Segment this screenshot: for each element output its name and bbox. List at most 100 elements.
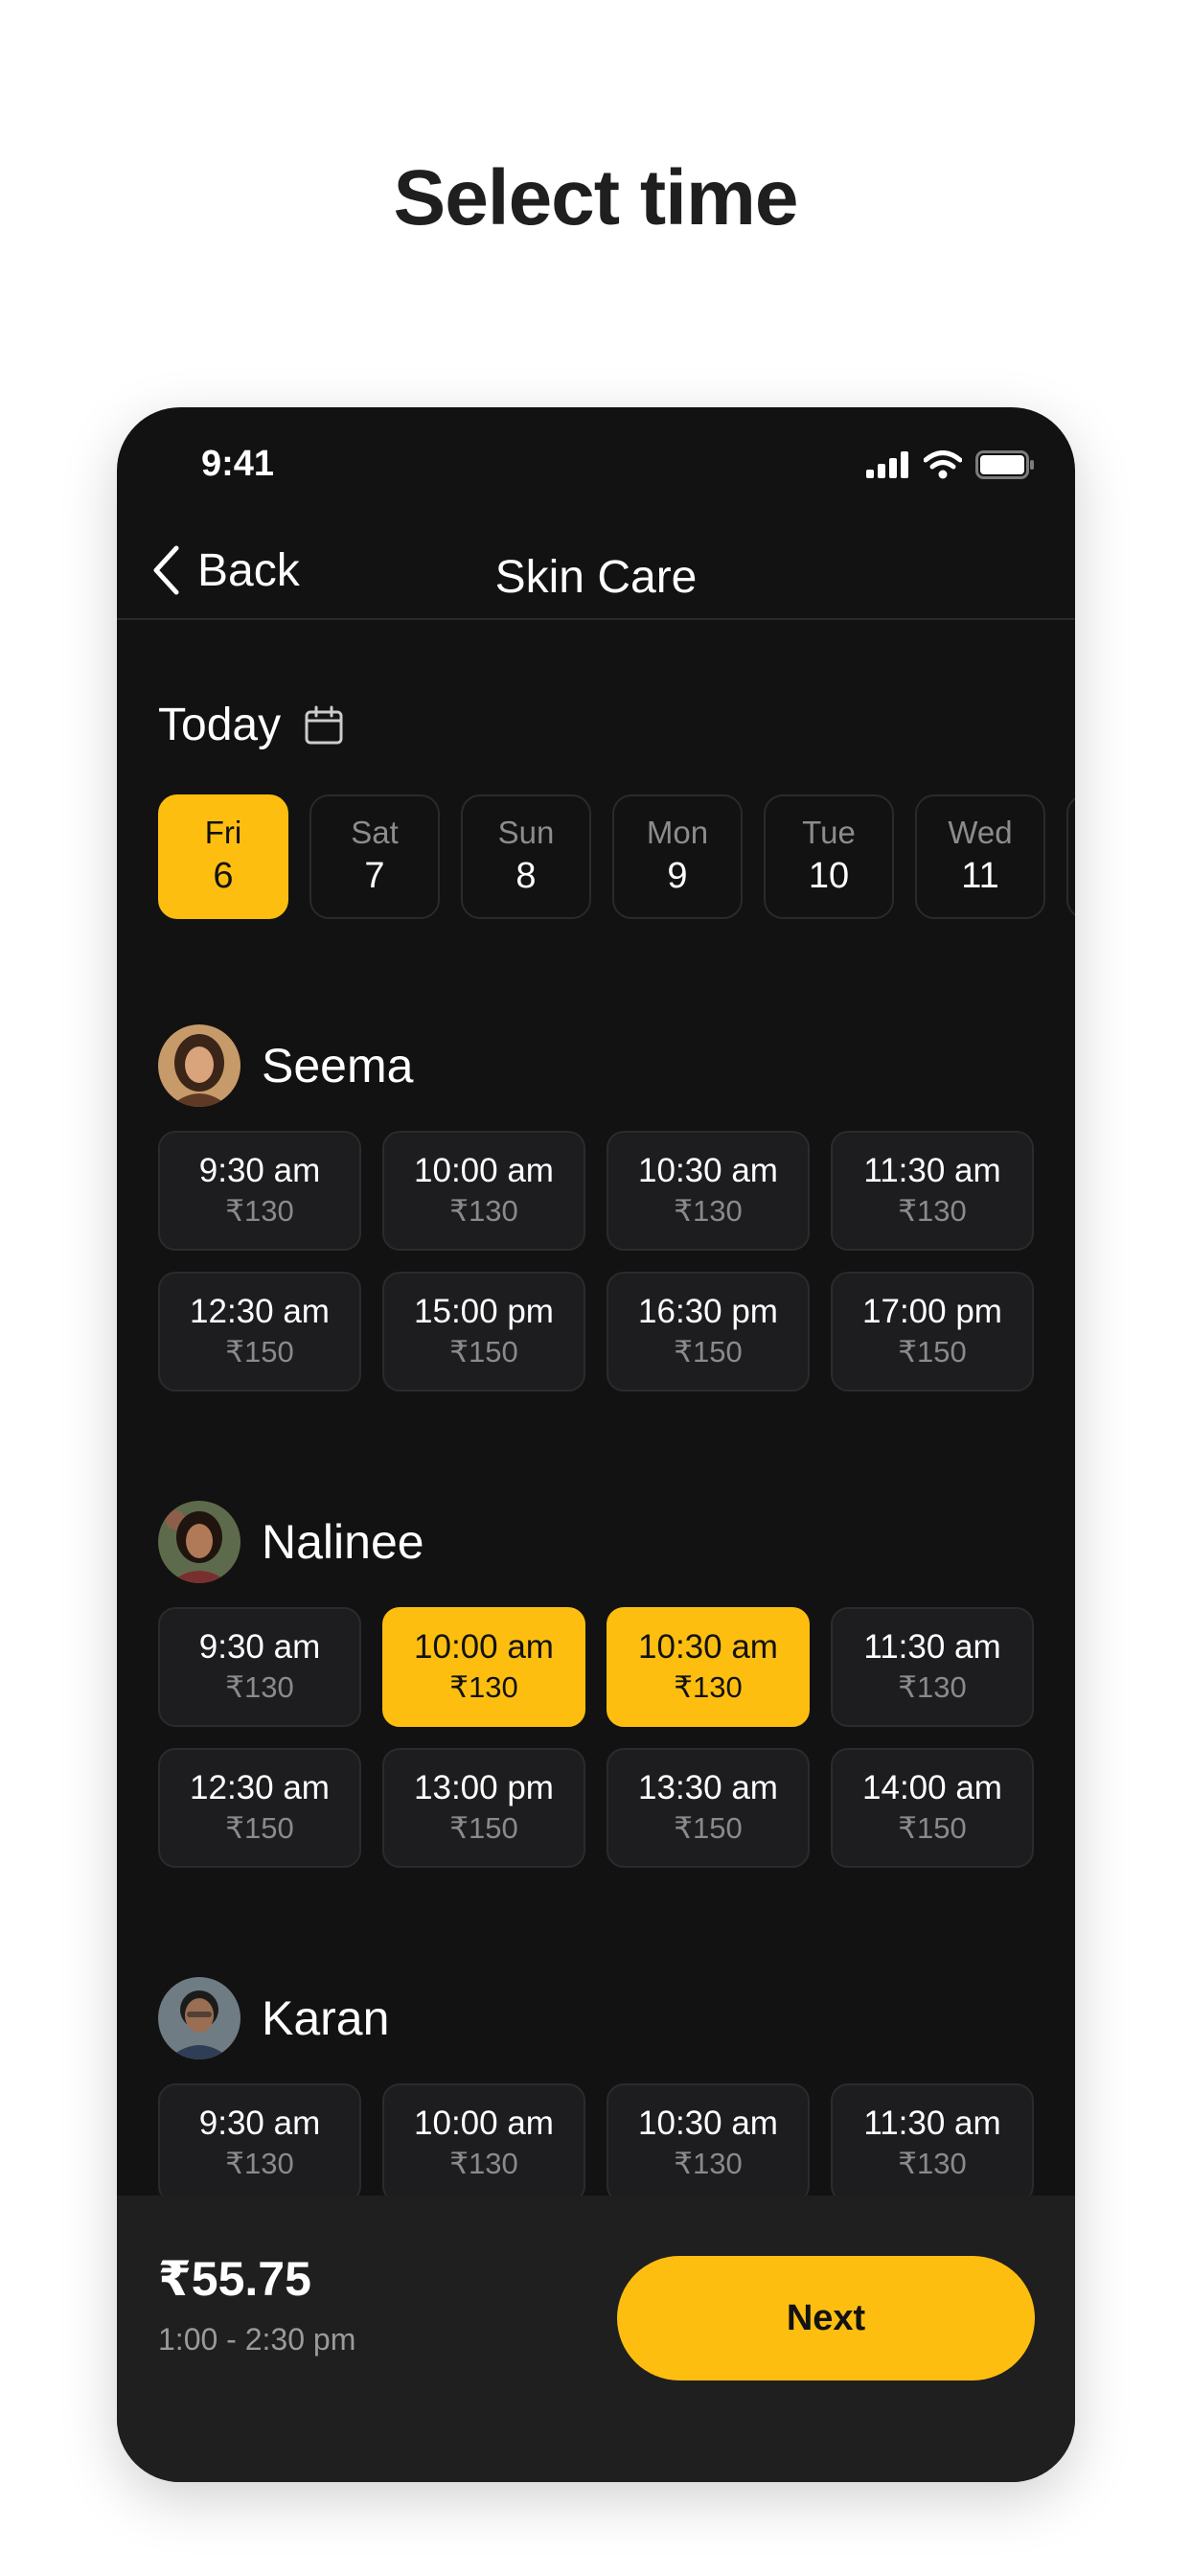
- time-slot[interactable]: 14:00 am ₹150: [831, 1748, 1034, 1868]
- nav-bar: Back Skin Care: [117, 520, 1075, 620]
- time-slot[interactable]: 13:30 am ₹150: [607, 1748, 810, 1868]
- time-slot[interactable]: 11:30 am ₹130: [831, 1607, 1034, 1727]
- provider-header: Karan: [158, 1976, 389, 2060]
- slot-time: 11:30 am: [863, 1152, 1001, 1190]
- time-slot[interactable]: 15:00 pm ₹150: [382, 1272, 585, 1392]
- time-slot-selected[interactable]: 10:00 am ₹130: [382, 1607, 585, 1727]
- avatar: [158, 1977, 240, 2059]
- slot-time: 9:30 am: [198, 1152, 321, 1190]
- status-bar: 9:41: [117, 407, 1075, 522]
- next-button[interactable]: Next: [617, 2256, 1035, 2380]
- time-slot[interactable]: 11:30 am ₹130: [831, 2083, 1034, 2203]
- slot-price: ₹150: [674, 1811, 743, 1846]
- provider-section: Seema 9:30 am ₹130 10:00 am ₹130 10:30 a…: [158, 1024, 1040, 1426]
- booking-summary-bar: ₹55.75 1:00 - 2:30 pm Next: [117, 2196, 1075, 2482]
- date-day: Fri: [204, 815, 242, 851]
- date-chip[interactable]: Sat 7: [309, 794, 440, 919]
- slot-time: 12:30 am: [190, 1293, 330, 1331]
- slot-price: ₹130: [898, 1194, 967, 1229]
- date-day: Mon: [646, 815, 709, 851]
- slot-price: ₹130: [898, 2147, 967, 2181]
- selected-time-range: 1:00 - 2:30 pm: [158, 2322, 356, 2357]
- slot-price: ₹130: [898, 1670, 967, 1705]
- page-title: Select time: [393, 154, 799, 242]
- time-slot[interactable]: 11:30 am ₹130: [831, 1131, 1034, 1251]
- slot-price: ₹130: [225, 2147, 294, 2181]
- time-slot[interactable]: 10:30 am ₹130: [607, 1131, 810, 1251]
- time-slot[interactable]: 17:00 pm ₹150: [831, 1272, 1034, 1392]
- time-slot[interactable]: 9:30 am ₹130: [158, 1131, 361, 1251]
- slot-time: 13:30 am: [638, 1769, 778, 1807]
- screen-title: Skin Care: [494, 552, 698, 603]
- slot-price: ₹130: [225, 1194, 294, 1229]
- status-icons: [866, 450, 1035, 479]
- date-number: 8: [515, 856, 537, 897]
- battery-icon: [975, 450, 1034, 479]
- date-chip[interactable]: Fri 6: [158, 794, 288, 919]
- time-slot[interactable]: 9:30 am ₹130: [158, 1607, 361, 1727]
- signal-icon: [866, 451, 908, 478]
- slot-price: ₹150: [898, 1811, 967, 1846]
- date-chip[interactable]: Mon 9: [612, 794, 743, 919]
- slot-time: 15:00 pm: [414, 1293, 554, 1331]
- provider-name: Nalinee: [262, 1515, 424, 1569]
- slot-price: ₹150: [898, 1335, 967, 1369]
- slot-time: 10:30 am: [638, 1628, 778, 1667]
- provider-section: Karan 9:30 am ₹130 10:00 am ₹130 10:30 a…: [158, 1976, 1040, 2225]
- date-day: Wed: [948, 815, 1013, 851]
- slot-price: ₹130: [674, 1194, 743, 1229]
- slot-price: ₹130: [674, 2147, 743, 2181]
- time-slot[interactable]: 16:30 pm ₹150: [607, 1272, 810, 1392]
- time-slot[interactable]: 10:00 am ₹130: [382, 1131, 585, 1251]
- time-slot[interactable]: 9:30 am ₹130: [158, 2083, 361, 2203]
- date-header-label: Today: [158, 700, 282, 750]
- total-price: ₹55.75: [158, 2252, 311, 2306]
- provider-name: Seema: [262, 1039, 414, 1092]
- slot-price: ₹130: [449, 1194, 518, 1229]
- date-day: Sat: [351, 815, 399, 851]
- date-number: 9: [667, 856, 688, 897]
- slot-price: ₹130: [449, 2147, 518, 2181]
- slot-price: ₹150: [674, 1335, 743, 1369]
- time-slot[interactable]: 10:00 am ₹130: [382, 2083, 585, 2203]
- slot-time: 16:30 pm: [638, 1293, 778, 1331]
- slot-time: 10:30 am: [638, 1152, 778, 1190]
- date-row[interactable]: Fri 6 Sat 7 Sun 8 Mon 9 Tue 10 Wed 11: [158, 794, 1075, 921]
- date-chip[interactable]: Sun 8: [461, 794, 591, 919]
- date-number: 7: [364, 856, 385, 897]
- provider-name: Karan: [262, 1991, 390, 2045]
- date-chip-partial[interactable]: [1066, 794, 1075, 919]
- wifi-icon: [924, 450, 962, 479]
- date-day: Sun: [497, 815, 555, 851]
- date-number: 11: [961, 856, 999, 897]
- date-header[interactable]: Today: [158, 699, 344, 751]
- slot-time: 17:00 pm: [862, 1293, 1002, 1331]
- slot-time: 10:30 am: [638, 2104, 778, 2143]
- date-number: 10: [808, 856, 850, 897]
- time-slot[interactable]: 12:30 am ₹150: [158, 1272, 361, 1392]
- provider-header: Seema: [158, 1024, 413, 1108]
- avatar: [158, 1024, 240, 1107]
- time-slot[interactable]: 13:00 pm ₹150: [382, 1748, 585, 1868]
- slot-price: ₹150: [225, 1335, 294, 1369]
- calendar-icon[interactable]: [304, 705, 344, 746]
- slot-price: ₹130: [449, 1670, 518, 1705]
- status-time: 9:41: [201, 444, 275, 484]
- slot-time: 10:00 am: [414, 2104, 554, 2143]
- provider-header: Nalinee: [158, 1500, 424, 1584]
- slot-time: 13:00 pm: [414, 1769, 554, 1807]
- slot-time: 12:30 am: [190, 1769, 330, 1807]
- slot-time: 11:30 am: [863, 2104, 1001, 2143]
- date-chip[interactable]: Tue 10: [764, 794, 894, 919]
- time-slot-selected[interactable]: 10:30 am ₹130: [607, 1607, 810, 1727]
- phone-screen: 9:41 Back Skin Care Today Fri 6 Sat 7 Su…: [117, 407, 1075, 2482]
- slot-price: ₹130: [674, 1670, 743, 1705]
- date-chip[interactable]: Wed 11: [915, 794, 1045, 919]
- slot-price: ₹150: [449, 1335, 518, 1369]
- time-slot[interactable]: 10:30 am ₹130: [607, 2083, 810, 2203]
- date-day: Tue: [802, 815, 856, 851]
- slot-price: ₹130: [225, 1670, 294, 1705]
- time-slot[interactable]: 12:30 am ₹150: [158, 1748, 361, 1868]
- slot-time: 10:00 am: [414, 1152, 554, 1190]
- slot-time: 9:30 am: [198, 2104, 321, 2143]
